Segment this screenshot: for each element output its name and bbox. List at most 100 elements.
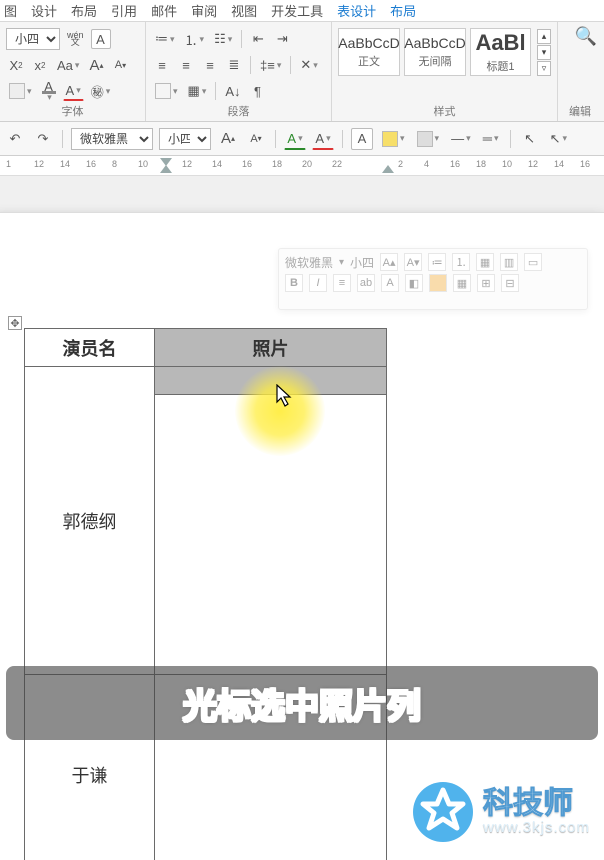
header-actor-name[interactable]: 演员名: [25, 329, 155, 367]
enclose-char-button[interactable]: ㊙: [88, 81, 114, 101]
find-button[interactable]: 🔍: [564, 26, 604, 47]
hanging-indent-marker[interactable]: [160, 165, 172, 173]
tab-mailings[interactable]: 邮件: [151, 1, 177, 20]
char-shading-button[interactable]: [6, 81, 35, 101]
superscript-button[interactable]: x2: [30, 55, 50, 75]
ruler-tick: 10: [502, 159, 512, 169]
tab-layout[interactable]: 布局: [71, 1, 97, 20]
mini-italic[interactable]: I: [309, 274, 327, 292]
tab-table-layout[interactable]: 布局: [390, 1, 416, 20]
subscript-button[interactable]: X2: [6, 55, 26, 75]
mini-table-icon[interactable]: ▦: [476, 253, 494, 271]
mini-font-size[interactable]: 小四: [350, 254, 374, 271]
decrease-indent-button[interactable]: ⇤: [248, 29, 268, 49]
tab-review[interactable]: 审阅: [191, 1, 217, 20]
ruler-tick: 16: [242, 159, 252, 169]
horizontal-ruler[interactable]: 1 12 14 16 8 10 12 14 16 18 20 22 2 4 16…: [0, 156, 604, 176]
tab-devtools[interactable]: 开发工具: [271, 1, 323, 20]
mini-toolbar: 微软雅黑 ▾ 小四 A▴ A▾ ≔ ⒈ ▦ ▥ ▭ B I ≡ ab A ◧ ▦…: [278, 248, 588, 310]
right-indent-marker[interactable]: [382, 165, 394, 173]
font-size-combo-2[interactable]: 小四: [159, 128, 211, 150]
ribbon-tabs: 图 设计 布局 引用 邮件 审阅 视图 开发工具 表设计 布局: [0, 0, 604, 22]
shape-outline-button[interactable]: [414, 128, 443, 150]
font-family-combo[interactable]: 微软雅黑: [71, 128, 153, 150]
table-row: 郭德纲: [25, 367, 387, 395]
select-objects-button[interactable]: ↖: [519, 128, 541, 150]
align-right-button[interactable]: ≡: [200, 55, 220, 75]
mini-shading-icon[interactable]: [429, 274, 447, 292]
table-move-handle[interactable]: ✥: [8, 316, 22, 330]
numbering-button[interactable]: ⒈: [182, 29, 208, 49]
mini-grow-font[interactable]: A▴: [380, 253, 398, 271]
mini-insertrow-icon[interactable]: ⊞: [477, 274, 495, 292]
shrink-font-button[interactable]: A▾: [110, 55, 130, 75]
tab-table-design[interactable]: 表设计: [337, 1, 376, 20]
char-border-button[interactable]: A: [91, 29, 111, 49]
mini-bullets-icon[interactable]: ≔: [428, 253, 446, 271]
mini-numbering-icon[interactable]: ⒈: [452, 253, 470, 271]
ruler-tick: 14: [212, 159, 222, 169]
ruler-tick: 10: [138, 159, 148, 169]
font-size-combo[interactable]: 小四: [6, 28, 60, 50]
shape-fill-button[interactable]: [379, 128, 408, 150]
ruler-tick: 4: [424, 159, 429, 169]
cell-photo-1b[interactable]: [155, 395, 387, 675]
line-style-button[interactable]: —: [448, 128, 474, 150]
cell-photo-1a[interactable]: [155, 367, 387, 395]
font-color-2[interactable]: A: [312, 128, 334, 150]
textbox-button[interactable]: A: [351, 128, 373, 150]
style-heading1[interactable]: AaBl 标题1: [470, 28, 531, 76]
paragraph-shading-button[interactable]: [152, 81, 181, 101]
tab-references[interactable]: 引用: [111, 1, 137, 20]
styles-scroll-down[interactable]: ▾: [537, 45, 551, 60]
sort-button[interactable]: A↓: [222, 81, 243, 101]
select-dropdown[interactable]: ↖: [547, 128, 570, 150]
cell-actor-1[interactable]: 郭德纲: [25, 367, 155, 675]
line-spacing-button[interactable]: ‡≡: [257, 55, 284, 75]
grow-font-button[interactable]: A▴: [86, 55, 106, 75]
style-normal[interactable]: AaBbCcD 正文: [338, 28, 400, 76]
multilevel-button[interactable]: ☷: [211, 29, 235, 49]
increase-indent-button[interactable]: ⇥: [272, 29, 292, 49]
ruler-tick: 20: [302, 159, 312, 169]
align-center-button[interactable]: ≡: [176, 55, 196, 75]
font-color-button[interactable]: A: [63, 81, 84, 101]
ribbon-group-styles-label: 样式: [332, 103, 557, 119]
mini-fontcolor-icon[interactable]: A: [381, 274, 399, 292]
mini-merge-icon[interactable]: ▭: [524, 253, 542, 271]
mini-bold[interactable]: B: [285, 274, 303, 292]
tab-view[interactable]: 视图: [231, 1, 257, 20]
line-weight-button[interactable]: ═: [480, 128, 502, 150]
borders-button[interactable]: ▦: [185, 81, 210, 101]
styles-expand[interactable]: ▿: [537, 61, 551, 76]
style-nospacing[interactable]: AaBbCcD 无间隔: [404, 28, 466, 76]
shading-swatch-icon: [9, 83, 25, 99]
header-photo[interactable]: 照片: [155, 329, 387, 367]
undo-button[interactable]: ↶: [4, 128, 26, 150]
ruler-tick: 14: [60, 159, 70, 169]
bullets-button[interactable]: ≔: [152, 29, 178, 49]
mini-border-icon[interactable]: ▦: [453, 274, 471, 292]
mini-fill-icon[interactable]: ◧: [405, 274, 423, 292]
grow-font-2[interactable]: A▴: [217, 128, 239, 150]
asian-layout-button[interactable]: ✕: [297, 55, 320, 75]
mini-highlight-icon[interactable]: ab: [357, 274, 375, 292]
redo-button[interactable]: ↷: [32, 128, 54, 150]
mini-align-icon[interactable]: ≡: [333, 274, 351, 292]
mini-insert-icon[interactable]: ▥: [500, 253, 518, 271]
mini-deleterow-icon[interactable]: ⊟: [501, 274, 519, 292]
align-justify-button[interactable]: ≣: [224, 55, 244, 75]
text-highlight-button[interactable]: A: [39, 81, 59, 101]
text-highlight-2[interactable]: A: [284, 128, 306, 150]
phonetic-guide-button[interactable]: wén文: [64, 29, 87, 49]
mini-shrink-font[interactable]: A▾: [404, 253, 422, 271]
mini-font-family[interactable]: 微软雅黑: [285, 254, 333, 271]
styles-scroll-up[interactable]: ▴: [537, 29, 551, 44]
shrink-font-2[interactable]: A▾: [245, 128, 267, 150]
tab-view-partial[interactable]: 图: [4, 1, 17, 20]
change-case-button[interactable]: Aa: [54, 55, 82, 75]
show-marks-button[interactable]: ¶: [248, 81, 268, 101]
tab-design[interactable]: 设计: [31, 1, 57, 20]
align-left-button[interactable]: ≡: [152, 55, 172, 75]
document-table[interactable]: 演员名 照片 郭德纲 于谦: [24, 328, 387, 860]
